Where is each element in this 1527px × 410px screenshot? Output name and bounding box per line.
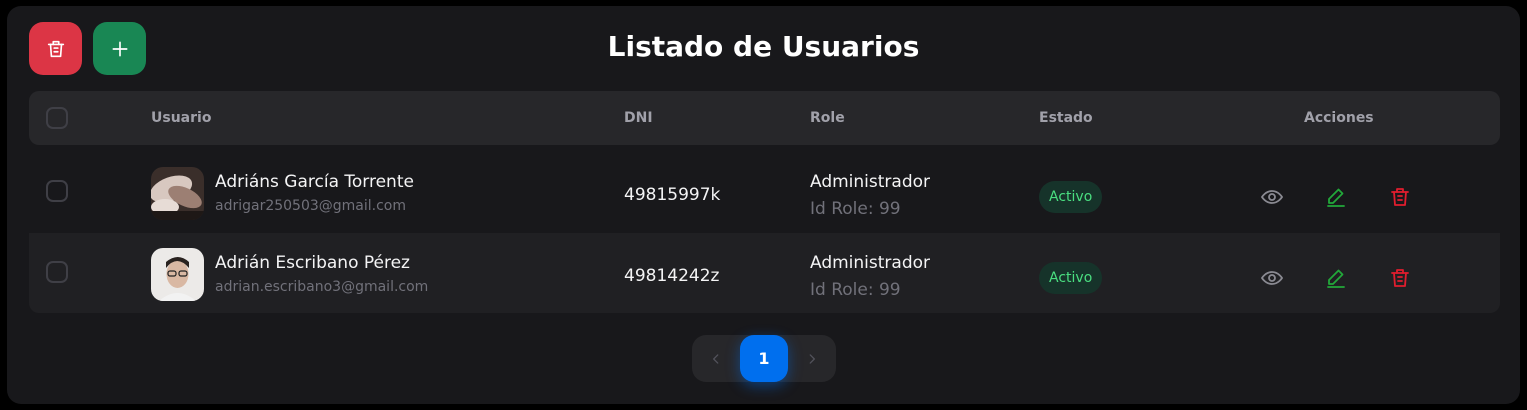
user-email: adrian.escribano3@gmail.com [215, 279, 429, 295]
avatar [151, 167, 204, 220]
users-panel: Listado de Usuarios Usuario DNI Role Est… [7, 6, 1520, 404]
user-role-id: Id Role: 99 [810, 199, 901, 219]
user-name: Adriáns García Torrente [215, 172, 414, 192]
user-dni: 49815997k [624, 185, 721, 205]
user-email: adrigar250503@gmail.com [215, 198, 407, 214]
view-icon[interactable] [1260, 185, 1284, 209]
table-row[interactable]: Adriáns García Torrente adrigar250503@gm… [29, 152, 1500, 232]
row-checkbox[interactable] [46, 261, 68, 283]
table-header: Usuario DNI Role Estado Acciones [29, 91, 1500, 145]
delete-icon[interactable] [1388, 185, 1412, 209]
delete-icon[interactable] [1388, 266, 1412, 290]
page-title: Listado de Usuarios [607, 30, 920, 63]
user-role-id: Id Role: 99 [810, 280, 901, 300]
header-dni[interactable]: DNI [624, 91, 653, 145]
pagination-page-button[interactable]: 1 [740, 335, 788, 382]
user-name: Adrián Escribano Pérez [215, 253, 410, 273]
user-role: Administrador [810, 172, 931, 192]
edit-icon[interactable] [1324, 185, 1348, 209]
header-actions: Acciones [1304, 110, 1374, 126]
header-role[interactable]: Role [810, 91, 845, 145]
pagination: 1 [692, 335, 836, 382]
user-role: Administrador [810, 253, 931, 273]
header-status[interactable]: Estado [1039, 91, 1093, 145]
pagination-prev-button[interactable] [692, 335, 740, 382]
select-all-checkbox[interactable] [46, 107, 68, 129]
pagination-next-button[interactable] [788, 335, 836, 382]
status-badge: Activo [1039, 262, 1103, 294]
chevron-right-icon [809, 353, 815, 364]
view-icon[interactable] [1260, 266, 1284, 290]
chevron-left-icon [713, 353, 719, 364]
row-checkbox[interactable] [46, 180, 68, 202]
user-dni: 49814242z [624, 266, 720, 286]
edit-icon[interactable] [1324, 266, 1348, 290]
header-user[interactable]: Usuario [151, 91, 211, 145]
avatar [151, 248, 204, 301]
status-badge: Activo [1039, 181, 1103, 213]
table-row[interactable]: Adrián Escribano Pérez adrian.escribano3… [29, 233, 1500, 313]
